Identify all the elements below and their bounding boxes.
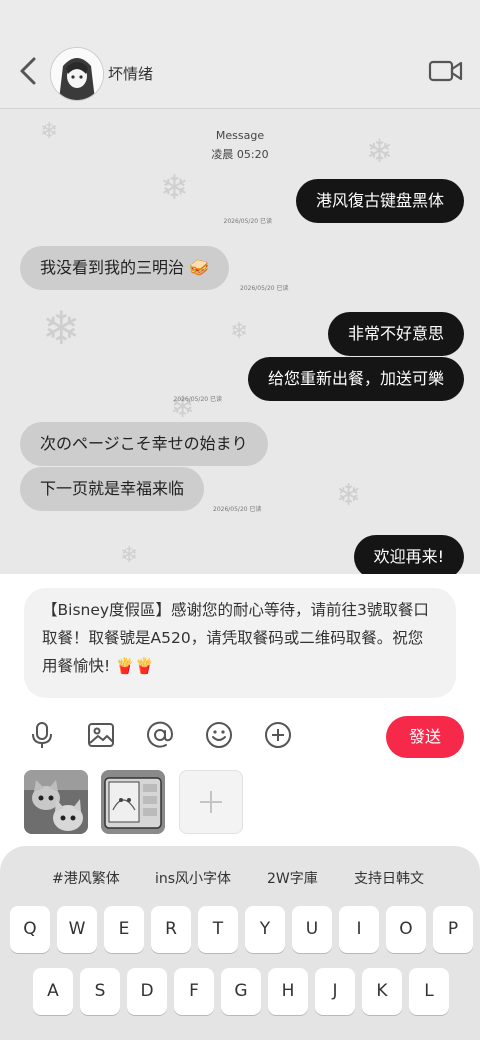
- key-e[interactable]: E: [104, 906, 144, 953]
- outgoing-message[interactable]: 欢迎再来!: [353, 535, 464, 574]
- key-p[interactable]: P: [433, 906, 473, 953]
- key-q[interactable]: Q: [10, 906, 50, 953]
- key-l[interactable]: L: [409, 968, 449, 1015]
- add-icon[interactable]: [263, 720, 293, 750]
- chat-area[interactable]: ❄ ❄ ❄ ❄ ❄ ❄ ❄ ❄ Message 凌晨 05:20 港风復古键盘黑…: [0, 109, 480, 574]
- mention-icon[interactable]: [145, 720, 175, 750]
- key-t[interactable]: T: [198, 906, 238, 953]
- incoming-message[interactable]: 下一页就是幸福来临: [20, 467, 205, 511]
- key-r[interactable]: R: [151, 906, 191, 953]
- attachment-thumbnail-cats[interactable]: [24, 770, 88, 834]
- snowflake-icon: ❄: [42, 301, 81, 355]
- key-j[interactable]: J: [315, 968, 355, 1015]
- snowflake-icon: ❄: [160, 168, 189, 208]
- snowflake-icon: ❄: [336, 478, 362, 513]
- image-icon[interactable]: [86, 720, 116, 750]
- incoming-message[interactable]: 次のページこそ幸せの始まり: [20, 422, 268, 466]
- keyboard-suggestion[interactable]: #港风繁体: [52, 868, 120, 888]
- keyboard-suggestion[interactable]: 支持日韩文: [354, 868, 424, 888]
- read-receipt: 2026/05/20 已读: [240, 285, 289, 292]
- outgoing-message[interactable]: 给您重新出餐，加送可樂: [247, 357, 464, 401]
- chat-header-time: 凌晨 05:20: [211, 148, 269, 161]
- snowflake-icon: ❄: [230, 319, 249, 344]
- contact-name[interactable]: 坏情绪: [108, 63, 153, 84]
- microphone-icon[interactable]: [27, 720, 57, 750]
- snowflake-icon: ❄: [120, 543, 139, 568]
- back-arrow-icon[interactable]: [16, 55, 40, 87]
- key-s[interactable]: S: [80, 968, 120, 1015]
- add-attachment-button[interactable]: [179, 770, 243, 834]
- attachment-thumbnail-sketch[interactable]: [101, 770, 165, 834]
- contact-avatar[interactable]: [50, 47, 104, 101]
- key-y[interactable]: Y: [245, 906, 285, 953]
- keyboard: #港风繁体 ins风小字体 2W字庫 支持日韩文 Q W E R T Y U I…: [0, 846, 480, 1040]
- outgoing-message[interactable]: 非常不好意思: [327, 312, 464, 356]
- key-k[interactable]: K: [362, 968, 402, 1015]
- message-input[interactable]: 【Bisney度假區】感谢您的耐心等待，请前往3號取餐口取餐！取餐號是A520，…: [24, 588, 456, 698]
- video-call-icon[interactable]: [428, 58, 464, 84]
- read-receipt: 2026/05/20 已读: [223, 218, 273, 225]
- emoji-icon[interactable]: [204, 720, 234, 750]
- chat-header: 坏情绪: [0, 0, 480, 109]
- key-h[interactable]: H: [268, 968, 308, 1015]
- key-g[interactable]: G: [221, 968, 261, 1015]
- send-button[interactable]: 發送: [386, 716, 464, 758]
- keyboard-suggestion[interactable]: ins风小字体: [155, 868, 231, 888]
- key-w[interactable]: W: [57, 906, 97, 953]
- read-receipt: 2026/05/20 已读: [213, 506, 262, 513]
- key-u[interactable]: U: [292, 906, 332, 953]
- keyboard-suggestion[interactable]: 2W字庫: [267, 868, 318, 888]
- outgoing-message[interactable]: 港风復古键盘黑体: [295, 179, 464, 223]
- read-receipt: 2026/05/20 已读: [173, 396, 223, 403]
- key-i[interactable]: I: [339, 906, 379, 953]
- key-a[interactable]: A: [33, 968, 73, 1015]
- key-o[interactable]: O: [386, 906, 426, 953]
- key-f[interactable]: F: [174, 968, 214, 1015]
- incoming-message[interactable]: 我没看到我的三明治 🥪: [20, 246, 230, 290]
- plus-icon: [200, 791, 222, 813]
- key-d[interactable]: D: [127, 968, 167, 1015]
- chat-header-label: Message: [215, 129, 265, 142]
